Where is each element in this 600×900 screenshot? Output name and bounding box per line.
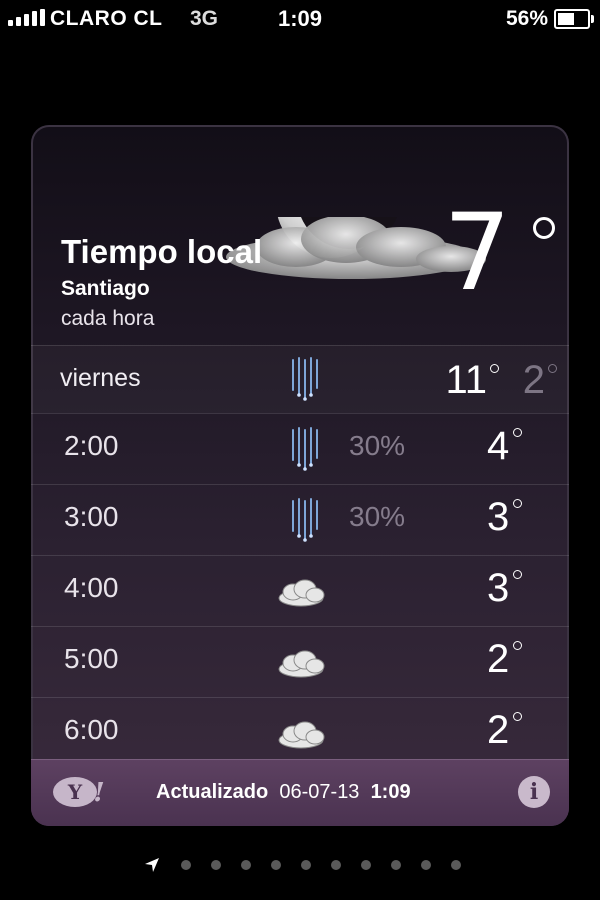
cloud-icon: [278, 579, 325, 607]
degree-symbol: [548, 364, 557, 373]
cloud-icon: [278, 650, 325, 678]
hour-temperature: 2: [487, 637, 510, 681]
page-dot[interactable]: [361, 860, 371, 870]
degree-symbol: [513, 428, 522, 437]
battery-percent: 56%: [505, 7, 548, 30]
page-dot[interactable]: [181, 860, 191, 870]
battery-icon: [554, 9, 594, 29]
hour-row: 4:00 3: [31, 555, 569, 627]
cloud-icon: [278, 721, 325, 749]
page-dot[interactable]: [271, 860, 281, 870]
hour-time: 5:00: [64, 643, 119, 674]
page-dot[interactable]: [241, 860, 251, 870]
hour-temperature: 3: [487, 566, 510, 610]
city-name: Santiago: [61, 277, 150, 300]
rain-icon: [292, 498, 318, 542]
page-dot[interactable]: [211, 860, 221, 870]
hour-temperature: 2: [487, 708, 510, 752]
day-high-temp: 11: [445, 358, 487, 402]
location-arrow-icon[interactable]: [144, 857, 160, 873]
page-dot[interactable]: [331, 860, 341, 870]
hour-time: 3:00: [64, 501, 119, 532]
hour-row: 3:00 30% 3: [31, 484, 569, 556]
hour-time: 6:00: [64, 714, 119, 745]
svg-text:!: !: [93, 778, 104, 808]
page-dot[interactable]: [301, 860, 311, 870]
page-dot[interactable]: [391, 860, 401, 870]
info-icon[interactable]: i: [518, 776, 550, 808]
precipitation-chance: 30%: [349, 501, 406, 532]
degree-symbol: [513, 641, 522, 650]
forecast-mode: cada hora: [61, 307, 155, 330]
hour-row: 2:00 30% 4: [31, 413, 569, 485]
rain-icon: [292, 357, 318, 401]
degree-symbol: [513, 712, 522, 721]
page-indicator[interactable]: [0, 856, 600, 876]
degree-symbol: [533, 217, 555, 239]
day-summary-row: viernes 11 2: [31, 345, 569, 413]
day-low-temp: 2: [522, 358, 545, 402]
precipitation-chance: 30%: [349, 430, 406, 461]
hour-time: 4:00: [64, 572, 119, 603]
status-bar: CLARO CL 3G 1:09 56%: [0, 0, 600, 40]
page-dot[interactable]: [421, 860, 431, 870]
degree-symbol: [513, 499, 522, 508]
hour-temperature: 4: [487, 424, 510, 468]
current-temperature: 7: [443, 191, 511, 314]
day-name: viernes: [60, 364, 141, 392]
footer-bar: Y ! Actualizado 06-07-13 1:09 i: [31, 759, 569, 826]
yahoo-logo[interactable]: Y !: [51, 774, 105, 810]
hour-time: 2:00: [64, 430, 119, 461]
last-updated: Actualizado 06-07-13 1:09: [156, 781, 411, 803]
svg-text:Y: Y: [67, 780, 83, 804]
rain-icon: [292, 427, 318, 471]
degree-symbol: [490, 364, 499, 373]
degree-symbol: [513, 570, 522, 579]
page-title: Tiempo local: [61, 233, 263, 270]
hour-temperature: 3: [487, 495, 510, 539]
page-dot[interactable]: [451, 860, 461, 870]
weather-card[interactable]: Tiempo local Santiago cada hora 7 vierne…: [31, 125, 569, 826]
battery-fill: [558, 13, 574, 25]
hour-row: 5:00 2: [31, 626, 569, 698]
